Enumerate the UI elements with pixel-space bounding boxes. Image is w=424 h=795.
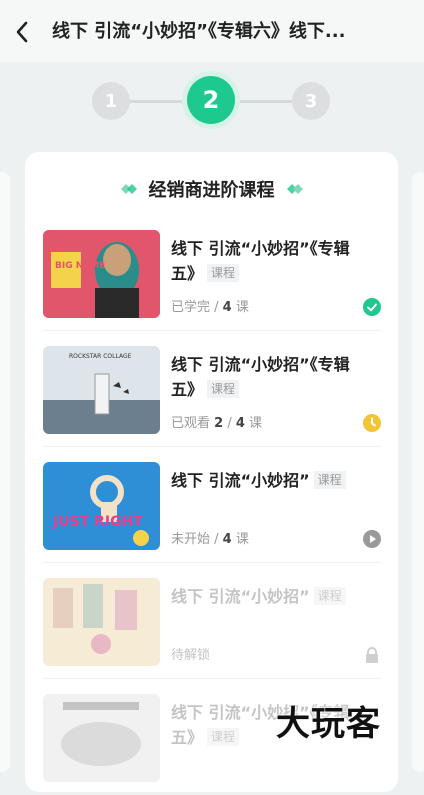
course-thumbnail: [43, 694, 160, 782]
course-title: 线下 引流“小妙招” 课程: [171, 584, 371, 609]
course-title: 线下 引流“小妙招”《专辑五》 课程: [171, 355, 350, 399]
course-progress: 待解锁: [171, 648, 211, 663]
step-2-active[interactable]: 2: [187, 76, 235, 124]
course-thumbnail: [43, 578, 160, 666]
lock-icon: [366, 647, 378, 663]
course-item-1[interactable]: BIG NAME 线下 引流“小妙招”《专辑五》 课程 已学完 / 4 课: [43, 218, 381, 331]
course-progress: 已观看 2 / 4 课: [171, 416, 263, 431]
course-item-3[interactable]: JUST RIGHT 线下 引流“小妙招” 课程 未开始 / 4 课: [43, 450, 381, 563]
thumb-caption: ROCKSTAR COLLAGE: [69, 353, 132, 360]
diamond-deco-icon: [120, 184, 137, 194]
step-1[interactable]: 1: [92, 82, 130, 120]
check-circle-icon: [363, 298, 381, 316]
course-tag: 课程: [207, 264, 240, 282]
course-item-2[interactable]: ROCKSTAR COLLAGE 线下 引流“小妙招”《专辑五》 课程 已观看 2…: [43, 334, 381, 447]
course-thumbnail: JUST RIGHT: [43, 462, 160, 550]
diamond-deco-icon: [286, 184, 303, 194]
course-thumbnail: ROCKSTAR COLLAGE: [43, 346, 160, 434]
course-title: 线下 引流“小妙招”《专辑五》 课程: [171, 239, 350, 283]
prev-card-peek[interactable]: [0, 172, 10, 772]
course-tag: 课程: [313, 471, 346, 489]
watermark-logo: 大玩客: [276, 704, 381, 744]
header-bar: 线下 引流“小妙招”《专辑六》线下...: [0, 0, 424, 62]
thumb-caption: JUST RIGHT: [52, 514, 143, 530]
next-card-peek[interactable]: [412, 172, 424, 772]
card-title: 经销商进阶课程: [148, 180, 275, 201]
back-button[interactable]: [10, 18, 34, 46]
course-title: 线下 引流“小妙招” 课程: [171, 468, 371, 493]
chevron-left-icon: [16, 21, 28, 43]
course-tag: 课程: [313, 587, 346, 605]
course-tag: 课程: [207, 380, 240, 398]
course-progress: 未开始 / 4 课: [171, 532, 249, 547]
step-3[interactable]: 3: [292, 82, 330, 120]
clock-icon: [363, 414, 381, 432]
play-circle-icon: [363, 530, 381, 548]
course-progress: 已学完 / 4 课: [171, 300, 249, 315]
course-item-4[interactable]: 线下 引流“小妙招” 课程 待解锁: [43, 566, 381, 679]
page-title: 线下 引流“小妙招”《专辑六》线下...: [52, 21, 346, 42]
card-header: 经销商进阶课程: [25, 176, 398, 202]
thumb-caption: BIG NAME: [55, 261, 105, 271]
course-tag: 课程: [207, 728, 240, 746]
course-thumbnail: BIG NAME: [43, 230, 160, 318]
